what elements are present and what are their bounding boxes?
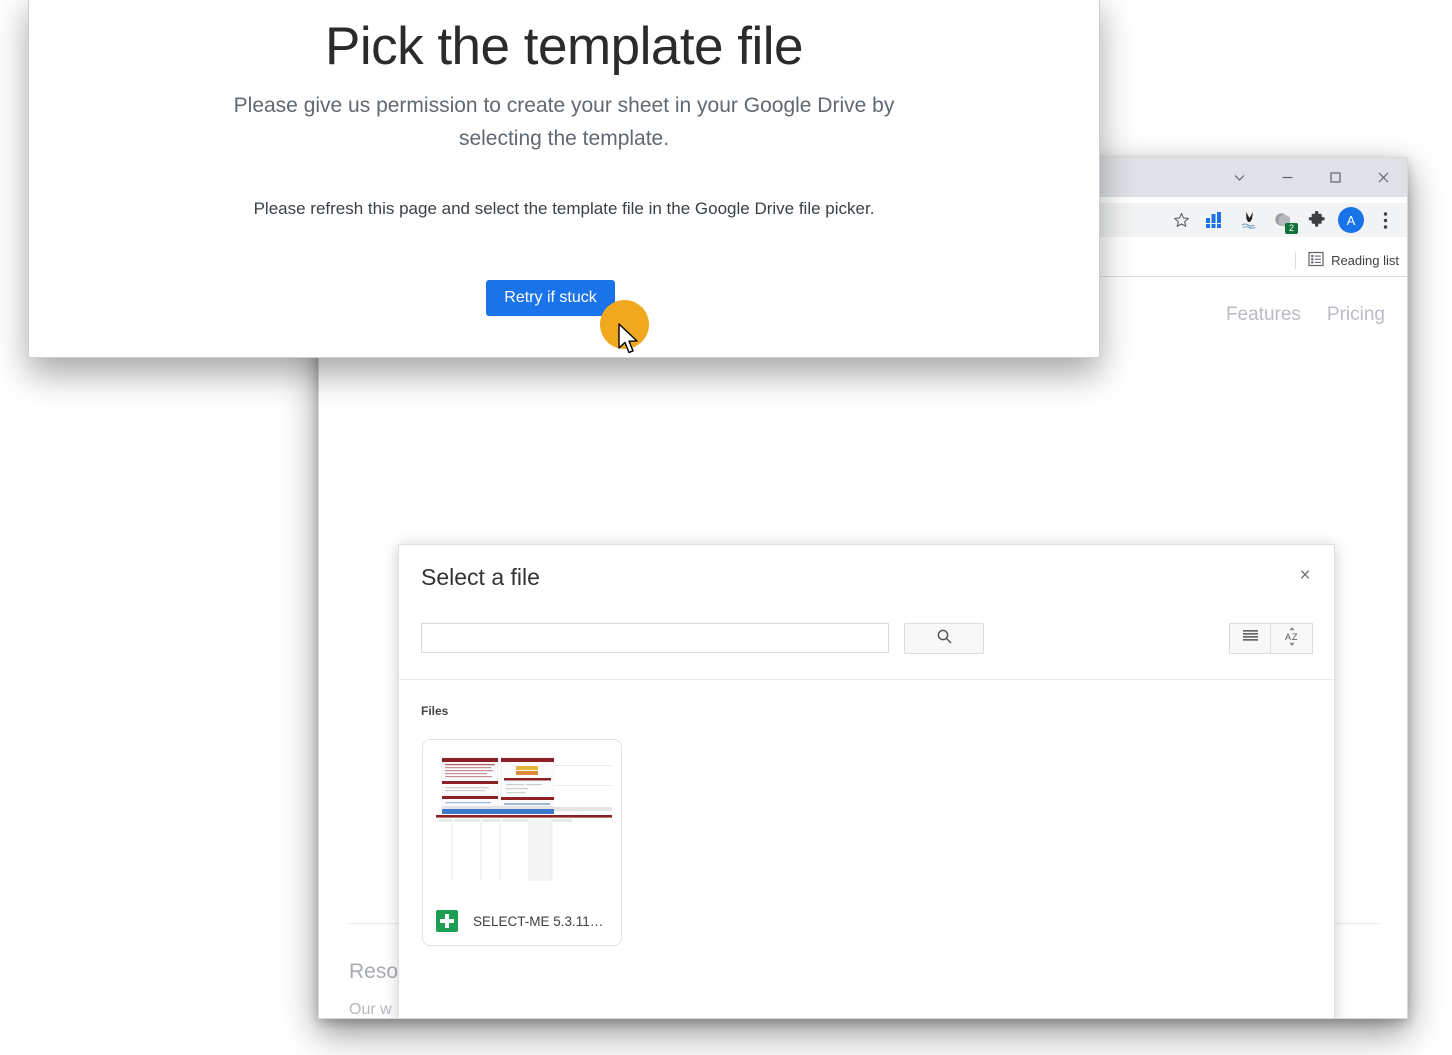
modal-subtitle: Please give us permission to create your… — [233, 94, 895, 150]
shape-extension-icon[interactable]: 2 — [1267, 204, 1299, 236]
toolbar-divider — [1295, 251, 1297, 269]
reading-list-icon — [1308, 251, 1324, 270]
files-section-label: Files — [421, 704, 449, 718]
search-icon — [936, 628, 953, 650]
picker-file-list: Files SELECT-ME 5.3.11… — [399, 680, 1334, 1018]
mouse-cursor — [618, 323, 640, 360]
file-thumbnail — [434, 751, 612, 887]
permission-modal: Pick the template file Please give us pe… — [28, 0, 1100, 358]
file-name: SELECT-ME 5.3.11… — [473, 913, 604, 929]
web-page-content: Features Pricing Pick the template file … — [319, 278, 1407, 1018]
picker-search-row: A Z — [399, 611, 1334, 680]
extension-badge-count: 2 — [1285, 223, 1298, 234]
retry-if-stuck-button[interactable]: Retry if stuck — [486, 280, 615, 316]
avatar-initial: A — [1338, 207, 1364, 233]
sort-button[interactable]: A Z — [1271, 623, 1313, 654]
google-drive-file-picker-dialog: Select a file × A Z Files SELECT-ME 5.3.… — [398, 544, 1335, 1018]
tab-search-chevron-down-icon[interactable] — [1215, 158, 1263, 197]
minimize-icon[interactable] — [1263, 158, 1311, 197]
footer-heading: Reso — [349, 960, 399, 983]
analytics-extension-icon[interactable] — [1199, 204, 1231, 236]
picker-title: Select a file — [421, 564, 540, 590]
modal-title: Pick the template file — [324, 17, 804, 76]
bird-extension-icon[interactable] — [1233, 204, 1265, 236]
picker-close-icon[interactable]: × — [1292, 562, 1318, 588]
list-view-icon — [1242, 629, 1259, 648]
sort-az-icon: A Z — [1282, 626, 1302, 652]
search-button[interactable] — [904, 623, 984, 654]
reading-list-button[interactable]: Reading list — [1295, 243, 1399, 277]
bookmark-star-icon[interactable] — [1165, 204, 1197, 236]
toolbar-icon-group: 2 A — [1165, 197, 1401, 243]
footer-section: Reso Our w Chrom DataD © 202 — [349, 960, 399, 1018]
profile-avatar[interactable]: A — [1335, 204, 1367, 236]
picker-header: Select a file × — [399, 545, 1334, 611]
nav-link-pricing[interactable]: Pricing — [1327, 304, 1385, 326]
window-controls — [1215, 158, 1407, 197]
chrome-menu-icon[interactable] — [1369, 204, 1401, 236]
nav-link-features[interactable]: Features — [1226, 304, 1301, 326]
footer-link-1[interactable]: Our w — [349, 1001, 398, 1018]
reading-list-label: Reading list — [1331, 252, 1399, 268]
svg-text:A: A — [1285, 632, 1291, 642]
svg-text:Z: Z — [1292, 632, 1298, 642]
file-card[interactable]: SELECT-ME 5.3.11… — [422, 739, 622, 946]
google-sheets-icon — [436, 910, 458, 932]
modal-note: Please refresh this page and select the … — [253, 199, 875, 218]
extensions-puzzle-icon[interactable] — [1301, 204, 1333, 236]
list-view-button[interactable] — [1229, 623, 1271, 654]
search-input[interactable] — [421, 623, 889, 653]
maximize-icon[interactable] — [1311, 158, 1359, 197]
site-navigation: Features Pricing — [1226, 304, 1385, 326]
close-icon[interactable] — [1359, 158, 1407, 197]
view-toggle-group: A Z — [1229, 623, 1313, 654]
file-caption: SELECT-ME 5.3.11… — [423, 910, 621, 932]
